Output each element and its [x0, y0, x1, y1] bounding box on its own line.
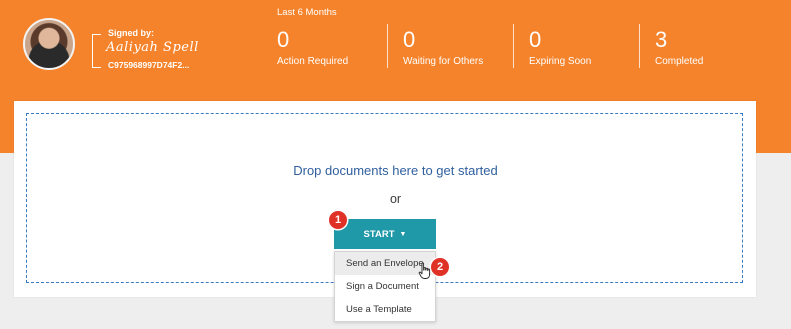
stat-completed[interactable]: 3 Completed: [655, 27, 703, 67]
signed-by-label: Signed by:: [108, 28, 155, 38]
stat-value: 0: [529, 27, 542, 52]
stat-value: 0: [403, 27, 416, 52]
stat-label: Action Required: [277, 56, 349, 67]
signature-image: Aaliyah Spell: [106, 40, 199, 55]
stat-label: Waiting for Others: [403, 56, 484, 67]
drop-prompt: Drop documents here to get started: [293, 163, 498, 178]
divider: [387, 24, 388, 68]
hand-cursor-icon: [418, 262, 431, 279]
stat-value: 3: [655, 27, 668, 52]
step-callout-2: 2: [431, 258, 449, 276]
avatar[interactable]: [23, 18, 75, 70]
stat-waiting-for-others[interactable]: 0 Waiting for Others: [403, 27, 483, 67]
period-label: Last 6 Months: [277, 7, 337, 18]
menu-item-use-template[interactable]: Use a Template: [335, 298, 435, 321]
stat-label: Completed: [655, 56, 704, 67]
caret-down-icon: ▼: [399, 230, 407, 238]
stat-expiring-soon[interactable]: 0 Expiring Soon: [529, 27, 591, 67]
step-callout-1: 1: [329, 211, 347, 229]
divider: [513, 24, 514, 68]
signature-bracket: [92, 34, 101, 68]
divider: [639, 24, 640, 68]
stat-action-required[interactable]: 0 Action Required: [277, 27, 348, 67]
start-button[interactable]: START ▼: [334, 219, 436, 249]
or-separator: or: [389, 192, 402, 206]
start-button-label: START: [363, 228, 395, 240]
stat-label: Expiring Soon: [529, 56, 592, 67]
stat-value: 0: [277, 27, 290, 52]
signer-id: C975968997D74F2...: [108, 60, 190, 70]
